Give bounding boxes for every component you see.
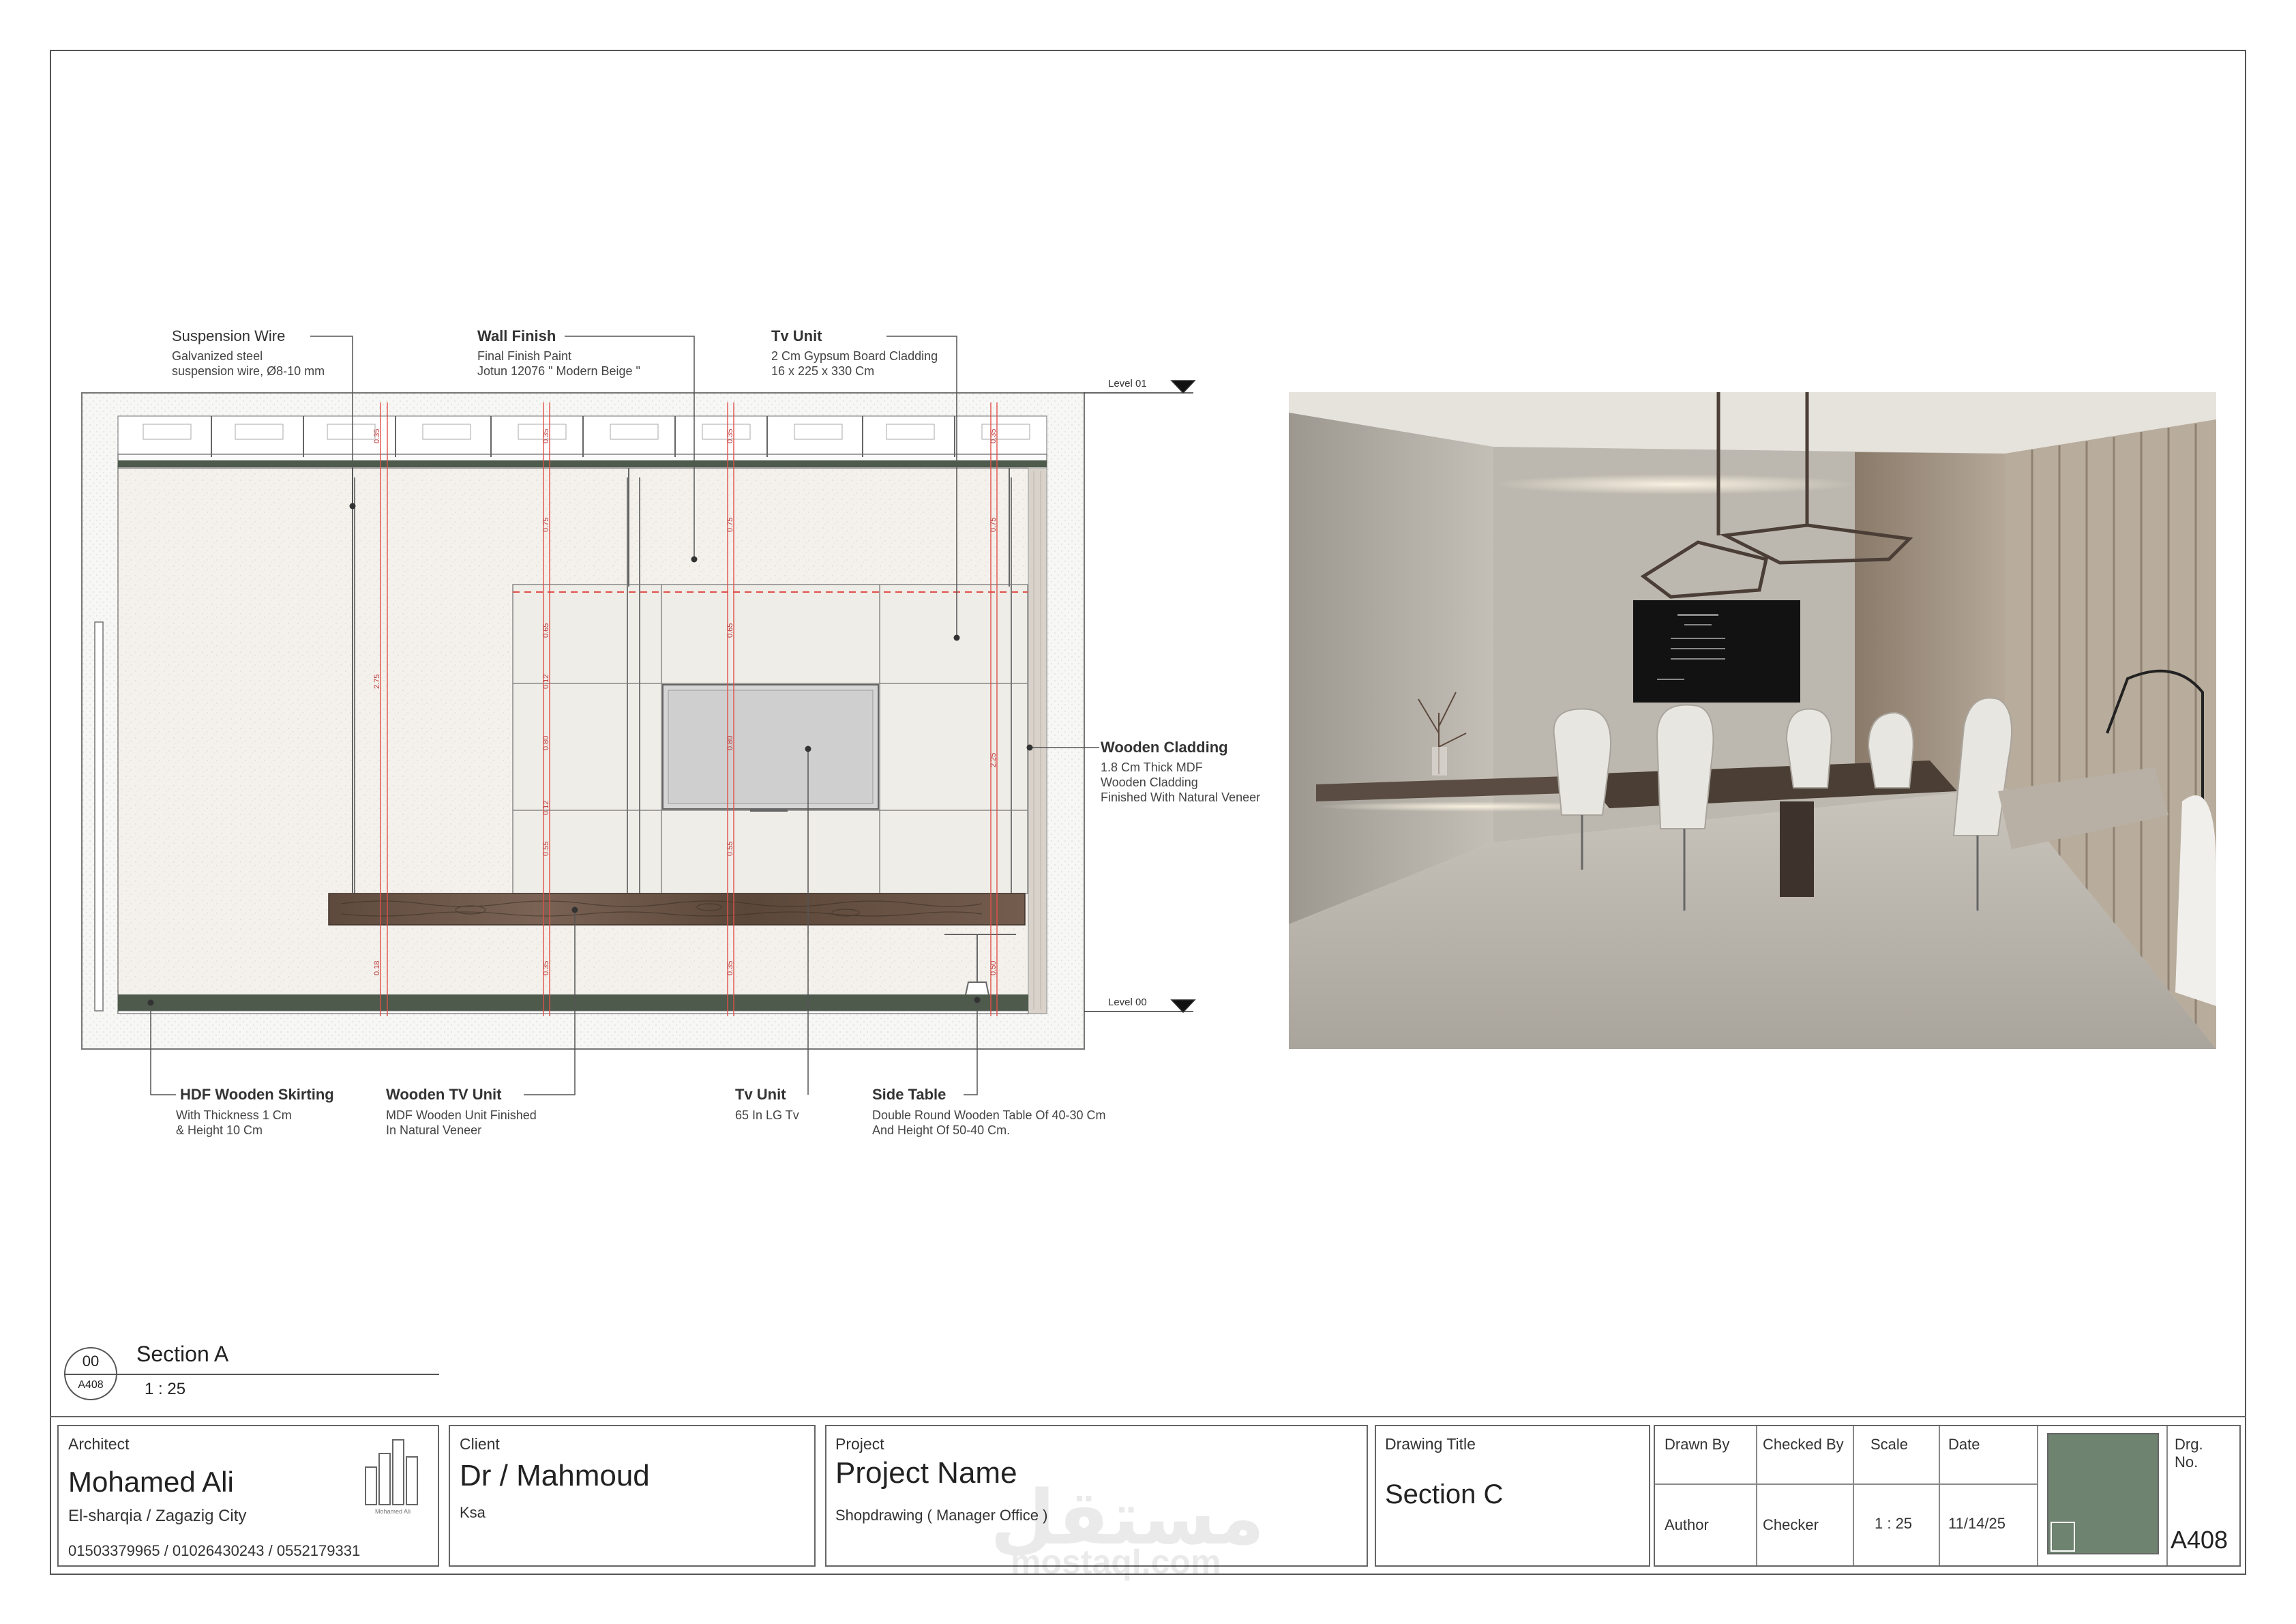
suspension-wire-title: Suspension Wire [172, 327, 286, 344]
interior-render-image [1289, 392, 2216, 1049]
tv-unit-title-bottom: Tv Unit [735, 1086, 786, 1103]
wall-finish-title: Wall Finish [477, 327, 556, 344]
drg-caption: Drg. No. [2175, 1436, 2203, 1471]
section-drawing: 0.35 0.35 0.35 0.35 0.75 0.75 0.75 2.75 … [81, 336, 1196, 1095]
checked-by-caption: Checked By [1763, 1436, 1844, 1453]
dim-label: 0.50 [989, 961, 998, 975]
dim-label: 0.55 [542, 842, 550, 856]
architect-phones: 01503379965 / 01026430243 / 0552179331 [68, 1542, 361, 1559]
drawn-by-value: Author [1665, 1516, 1709, 1533]
checked-by-value: Checker [1763, 1516, 1819, 1533]
architect-caption: Architect [68, 1435, 130, 1453]
wooden-cladding-desc: 1.8 Cm Thick MDF Wooden Cladding Finishe… [1101, 761, 1261, 804]
side-table-title: Side Table [872, 1086, 946, 1103]
suspension-wire-desc: Galvanized steel suspension wire, Ø8-10 … [172, 349, 325, 378]
dim-label: 2.25 [989, 753, 998, 767]
ceiling-trim [118, 460, 1047, 467]
scale-caption: Scale [1870, 1436, 1909, 1453]
project-box: Project Project Name Shopdrawing ( Manag… [825, 1425, 1368, 1581]
project-caption: Project [835, 1435, 884, 1453]
dim-label: 0.80 [726, 736, 734, 750]
client-box: Client Dr / Mahmoud Ksa [449, 1425, 816, 1567]
drawing-title-value: Section C [1385, 1479, 1504, 1509]
dim-label: 0.75 [989, 518, 998, 532]
dim-label: 0.35 [989, 429, 998, 443]
dim-label: 0.65 [726, 623, 734, 638]
level-markers [1084, 380, 1196, 1014]
drg-value: A408 [2171, 1526, 2228, 1554]
wooden-cladding-title: Wooden Cladding [1101, 739, 1228, 756]
scale-value: 1 : 25 [1875, 1515, 1913, 1532]
wooden-tv-unit [328, 893, 1026, 926]
client-name: Dr / Mahmoud [460, 1459, 650, 1492]
section-tag-sheet: A408 [78, 1379, 104, 1391]
wall-finish-desc: Final Finish Paint Jotun 12076 " Modern … [477, 349, 640, 378]
dim-label: 0.35 [373, 429, 381, 443]
hdf-skirting [118, 994, 1028, 1011]
section-tag-scale: 1 : 25 [145, 1380, 186, 1398]
wooden-tv-unit-title: Wooden TV Unit [386, 1086, 502, 1103]
section-tag-number: 00 [82, 1353, 100, 1370]
drawn-by-caption: Drawn By [1665, 1436, 1730, 1453]
dim-label: 0.35 [542, 961, 550, 975]
dim-label: 2.75 [373, 675, 381, 689]
level-00-label: Level 00 [1108, 996, 1147, 1008]
architect-city: El-sharqia / Zagazig City [68, 1507, 247, 1525]
dim-label: 0.12 [542, 801, 550, 815]
client-location: Ksa [460, 1504, 486, 1521]
dim-label: 0.75 [726, 518, 734, 532]
key-plan-marker [2051, 1522, 2075, 1552]
dim-label: 0.80 [542, 736, 550, 750]
dim-label: 0.35 [542, 429, 550, 443]
side-table-desc: Double Round Wooden Table Of 40-30 Cm An… [872, 1108, 1106, 1137]
architect-logo [365, 1439, 418, 1505]
client-caption: Client [460, 1435, 500, 1453]
drawing-title-box: Drawing Title Section C [1375, 1425, 1650, 1567]
tv-unit-desc-top: 2 Cm Gypsum Board Cladding 16 x 225 x 33… [771, 349, 938, 378]
section-tag-name: Section A [136, 1342, 229, 1366]
info-grid: Drawn By Author Checked By Checker Scale… [1654, 1425, 2241, 1567]
wooden-tv-unit-desc: MDF Wooden Unit Finished In Natural Vene… [386, 1108, 537, 1137]
wooden-cladding-panel [1028, 467, 1047, 1014]
hdf-skirting-title: HDF Wooden Skirting [180, 1086, 334, 1103]
architect-box: Architect Mohamed Ali El-sharqia / Zagaz… [57, 1425, 439, 1567]
door-jamb [94, 621, 104, 1012]
dim-label: 0.18 [373, 961, 381, 975]
tv-unit-desc-bottom: 65 In LG Tv [735, 1108, 799, 1122]
dim-label: 0.65 [542, 623, 550, 638]
date-caption: Date [1948, 1436, 1980, 1453]
architect-name: Mohamed Ali [68, 1466, 234, 1498]
dim-label: 0.55 [726, 842, 734, 856]
tv-unit-title-top: Tv Unit [771, 327, 822, 344]
date-value: 11/14/25 [1948, 1515, 2006, 1532]
dim-label: 0.12 [542, 675, 550, 689]
hdf-skirting-desc: With Thickness 1 Cm & Height 10 Cm [176, 1108, 292, 1137]
watermark-latin: mostaql.com [1011, 1543, 1221, 1581]
dim-label: 0.35 [726, 429, 734, 443]
level-01-label: Level 01 [1108, 378, 1147, 389]
drawing-title-caption: Drawing Title [1385, 1435, 1476, 1453]
dim-label: 0.35 [726, 961, 734, 975]
architect-logo-text: Mohamed Ali [374, 1508, 411, 1515]
dim-label: 0.75 [542, 518, 550, 532]
